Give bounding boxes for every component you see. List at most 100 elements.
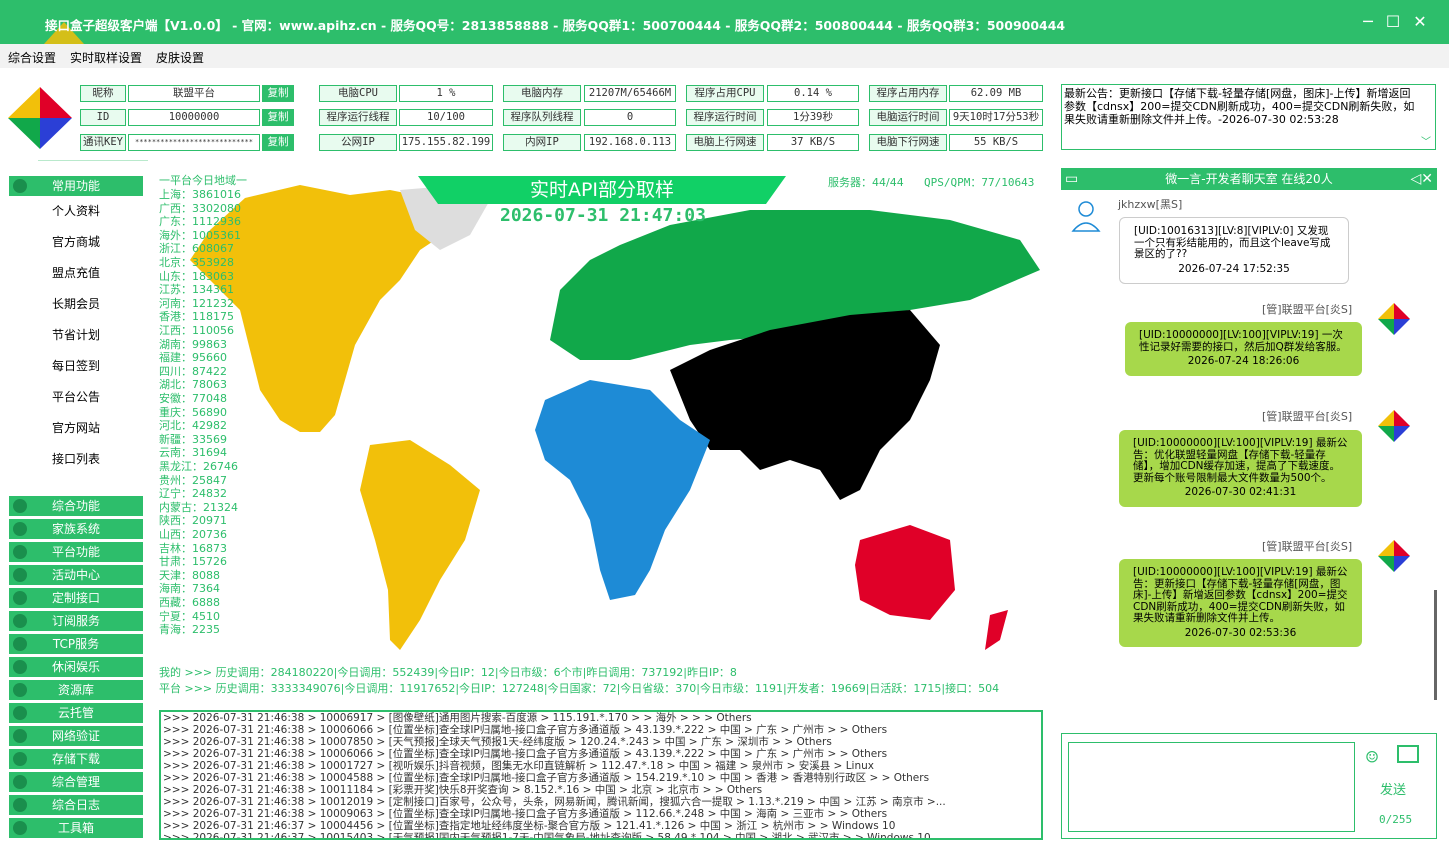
log-line: >>> 2026-07-31 21:46:37 > 10004456 > [位置…	[163, 820, 896, 832]
sidebar-group-4[interactable]: 定制接口	[9, 588, 143, 608]
speaker-mute-icon[interactable]: ◁✕	[1411, 168, 1434, 190]
menu-general-settings[interactable]: 综合设置	[8, 49, 56, 66]
sidebar-group-13[interactable]: 综合日志	[9, 795, 143, 815]
lan-ip-label: 内网IP	[503, 134, 581, 151]
sidebar-item-7[interactable]: 官方网站	[9, 418, 143, 438]
notice-box[interactable]: 最新公告：更新接口【存储下载-轻量存储[网盘，图床]-上传】新增返回参数【cdn…	[1061, 84, 1436, 150]
group-icon	[13, 591, 27, 605]
send-button[interactable]: 发送	[1380, 779, 1406, 798]
new-zealand-region	[985, 610, 1008, 650]
sidebar-group-14[interactable]: 工具箱	[9, 818, 143, 838]
menu-skin-settings[interactable]: 皮肤设置	[156, 49, 204, 66]
thread-label: 程序运行线程	[319, 109, 397, 126]
sidebar-group-9[interactable]: 云托管	[9, 703, 143, 723]
region-stat: 辽宁：24832	[159, 487, 227, 501]
close-icon[interactable]: ✕	[1408, 11, 1432, 33]
group-icon	[13, 706, 27, 720]
id-label: ID	[80, 109, 126, 126]
sidebar-group-label: 活动中心	[51, 568, 100, 582]
sidebar-group-label: 网络验证	[51, 729, 100, 743]
region-stat: 广东：1112936	[159, 215, 241, 229]
emoji-icon[interactable]: ☺	[1366, 745, 1378, 769]
program-runtime-label: 程序运行时间	[686, 109, 764, 126]
chat-scrollbar[interactable]	[1434, 590, 1437, 700]
user-avatar-icon[interactable]	[1068, 197, 1104, 233]
sidebar-common-title[interactable]: 常用功能	[9, 176, 143, 196]
region-stat: 重庆：56890	[159, 405, 227, 419]
sidebar-group-1[interactable]: 家族系统	[9, 519, 143, 539]
region-stat: 河北：42982	[159, 419, 227, 433]
chat-time: 2026-07-24 18:26:06	[1187, 355, 1300, 367]
chat-text: [UID:10000000][LV:100][VIPLV:19] 一次性记录好需…	[1139, 329, 1347, 353]
sidebar-group-11[interactable]: 存储下载	[9, 749, 143, 769]
minimize-icon[interactable]: ─	[1356, 11, 1380, 33]
sidebar-group-3[interactable]: 活动中心	[9, 565, 143, 585]
copy-nick-button[interactable]: 复制	[262, 85, 294, 102]
logo-divider	[38, 160, 148, 161]
region-stat: 浙江：608067	[159, 242, 234, 256]
sidebar-item-0[interactable]: 个人资料	[9, 201, 143, 221]
log-line: >>> 2026-07-31 21:46:38 > 10004588 > [位置…	[163, 772, 930, 784]
sidebar-item-4[interactable]: 节省计划	[9, 325, 143, 345]
server-count: 服务器：44/44	[828, 176, 904, 189]
sidebar-group-12[interactable]: 综合管理	[9, 772, 143, 792]
copy-id-button[interactable]: 复制	[262, 109, 294, 126]
chat-time: 2026-07-30 02:53:36	[1184, 626, 1297, 639]
pc-runtime-value: 9天10时17分53秒	[949, 109, 1043, 126]
diamond-avatar-icon[interactable]	[1376, 408, 1412, 444]
image-upload-icon[interactable]	[1397, 745, 1419, 763]
region-stat: 新疆：33569	[159, 432, 227, 446]
maximize-icon[interactable]: ☐	[1381, 11, 1405, 33]
program-runtime-value: 1分39秒	[767, 109, 859, 126]
group-icon	[13, 729, 27, 743]
menu-sampling-settings[interactable]: 实时取样设置	[70, 49, 142, 66]
log-line: >>> 2026-07-31 21:46:38 > 10012019 > [定制…	[163, 796, 946, 808]
chat-header: ▭ 微一言-开发者聊天室 在线20人 ◁✕	[1061, 168, 1437, 190]
diamond-avatar-icon[interactable]	[1376, 538, 1412, 574]
sidebar-group-2[interactable]: 平台功能	[9, 542, 143, 562]
region-stat: 江苏：134361	[159, 283, 234, 297]
copy-key-button[interactable]: 复制	[262, 134, 294, 151]
sidebar-item-8[interactable]: 接口列表	[9, 449, 143, 469]
sidebar-item-1[interactable]: 官方商城	[9, 232, 143, 252]
oceania-region	[855, 525, 955, 620]
sidebar-group-label: 资源库	[57, 683, 94, 697]
sidebar-group-5[interactable]: 订阅服务	[9, 611, 143, 631]
log-line: >>> 2026-07-31 21:46:38 > 10009063 > [位置…	[163, 808, 888, 820]
sidebar-group-8[interactable]: 资源库	[9, 680, 143, 700]
diamond-logo-icon	[8, 87, 72, 149]
nick-value: 联盟平台	[128, 85, 260, 102]
sidebar-item-5[interactable]: 每日签到	[9, 356, 143, 376]
queue-value: 0	[584, 109, 676, 126]
group-icon	[13, 545, 27, 559]
group-icon	[13, 752, 27, 766]
sidebar-item-2[interactable]: 盟点充值	[9, 263, 143, 283]
region-stat: 湖南：99863	[159, 337, 227, 351]
chat-input[interactable]	[1068, 742, 1355, 832]
sidebar-group-0[interactable]: 综合功能	[9, 496, 143, 516]
sidebar-group-label: 休闲娱乐	[51, 660, 100, 674]
group-icon	[13, 798, 27, 812]
sidebar-group-label: 平台功能	[51, 545, 100, 559]
upload-speed-label: 电脑上行网速	[686, 134, 764, 151]
cpu-value: 1 %	[399, 85, 493, 102]
notice-scroll-down-icon[interactable]: ﹀	[1421, 136, 1431, 149]
region-stat: 山东：183063	[159, 269, 234, 283]
map-banner-label: 实时API部分取样	[529, 179, 675, 201]
chat-text: [UID:10016313][LV:8][VIPLV:0] 又发现一个只有彩结能…	[1134, 225, 1331, 260]
program-cpu-label: 程序占用CPU	[686, 85, 764, 102]
title-bar: 接口盒子超级客户端【V1.0.0】 - 官网：www.apihz.cn - 服务…	[0, 0, 1449, 44]
sidebar-group-6[interactable]: TCP服务	[9, 634, 143, 654]
id-value: 10000000	[128, 109, 260, 126]
sidebar-item-3[interactable]: 长期会员	[9, 294, 143, 314]
sidebar-group-10[interactable]: 网络验证	[9, 726, 143, 746]
diamond-avatar-icon[interactable]	[1376, 301, 1412, 337]
log-line: >>> 2026-07-31 21:46:38 > 10007850 > [天气…	[163, 736, 832, 748]
sidebar-group-7[interactable]: 休闲娱乐	[9, 657, 143, 677]
sidebar-item-6[interactable]: 平台公告	[9, 387, 143, 407]
chat-bubble: [UID:10000000][LV:100][VIPLV:19] 最新公告：更新…	[1119, 559, 1362, 647]
group-icon	[13, 499, 27, 513]
api-log[interactable]: >>> 2026-07-31 21:46:38 > 10006917 > [图像…	[159, 710, 1043, 840]
region-stat: 河南：121232	[159, 296, 234, 310]
common-icon	[13, 179, 27, 193]
